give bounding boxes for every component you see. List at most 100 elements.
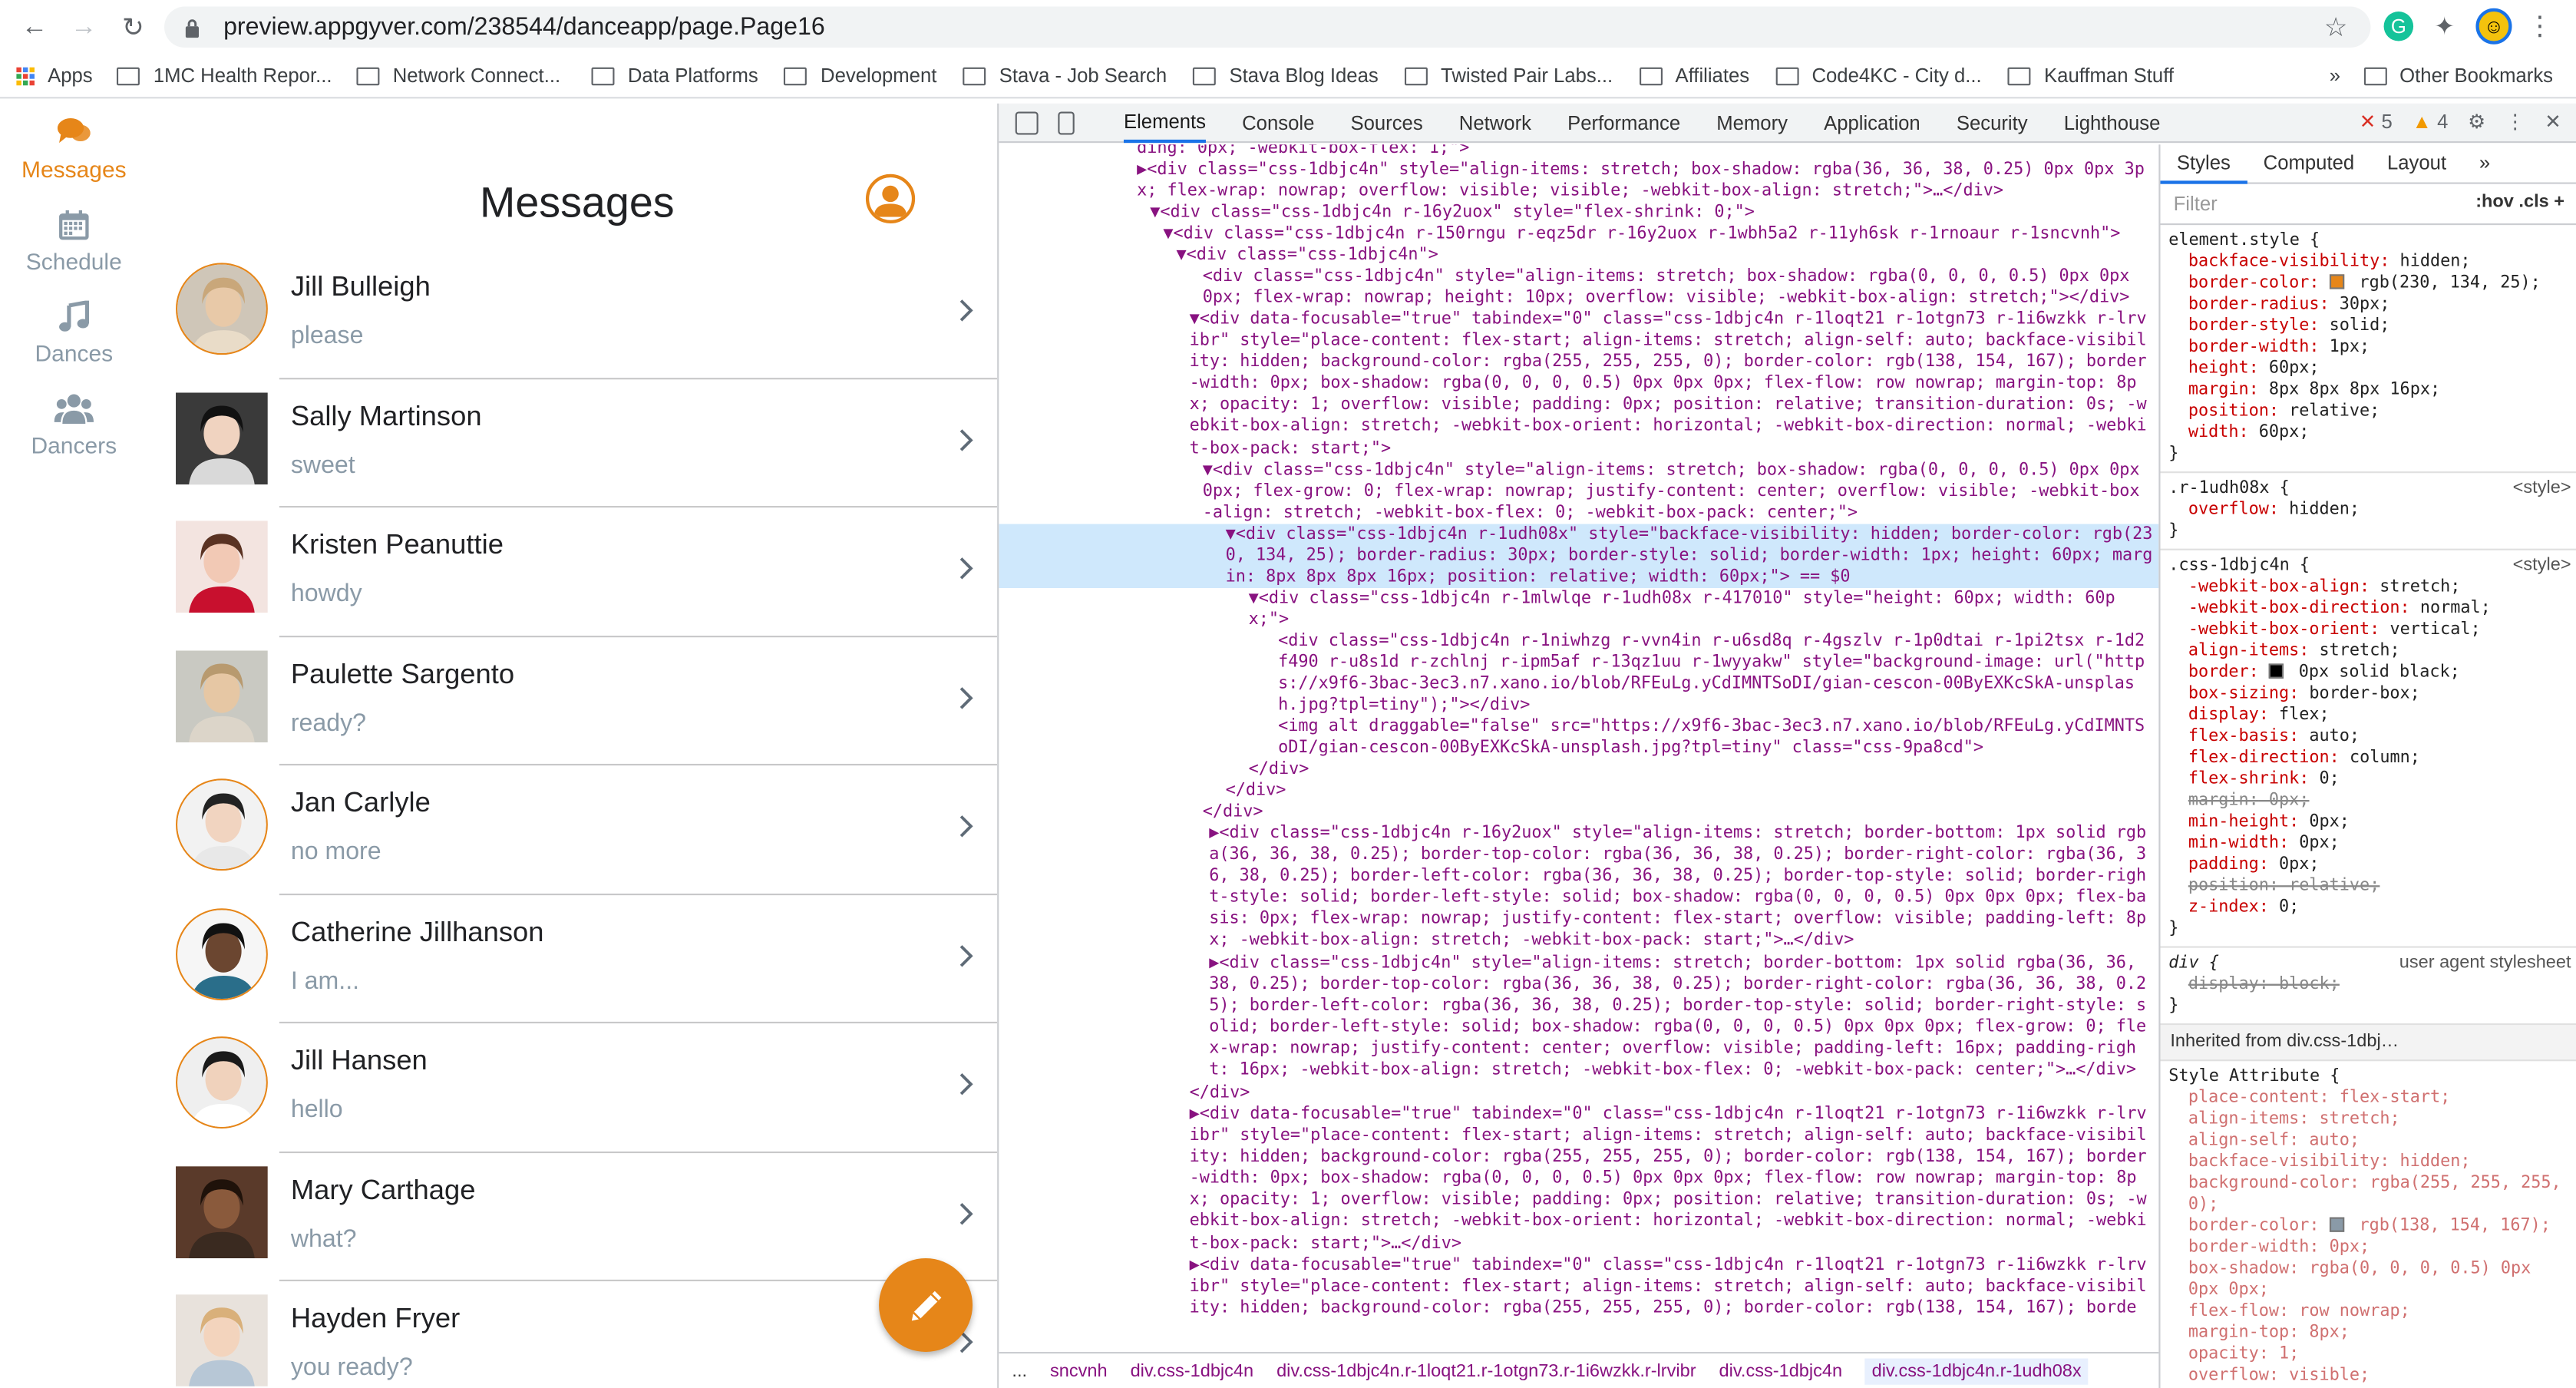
style-property[interactable]: border: 0px solid black;: [2168, 662, 2568, 683]
other-bookmarks[interactable]: Other Bookmarks: [2363, 64, 2553, 87]
tab-security[interactable]: Security: [1957, 111, 2028, 134]
style-rule[interactable]: .css-1dbjc4n {<style> -webkit-box-align: …: [2160, 550, 2576, 948]
style-property[interactable]: box-sizing: border-box;: [2168, 683, 2568, 705]
tab-application[interactable]: Application: [1824, 111, 1920, 134]
warning-count[interactable]: ▲ 4: [2412, 110, 2448, 133]
filter-options[interactable]: :hov .cls +: [2475, 192, 2564, 213]
tab-console[interactable]: Console: [1242, 111, 1314, 134]
tab-elements[interactable]: Elements: [1123, 103, 1207, 143]
dom-node-line[interactable]: </div>: [1226, 780, 2149, 801]
conversation-row[interactable]: Kristen Peanuttie howdy: [151, 507, 998, 637]
dom-node-line[interactable]: ▶<div class="css-1dbjc4n" style="align-i…: [1209, 953, 2148, 1082]
gear-icon[interactable]: ⚙: [2468, 110, 2485, 133]
bookmark-folder[interactable]: Development: [784, 64, 936, 87]
dom-node-line[interactable]: <div class="css-1dbjc4n" style="align-it…: [1203, 266, 2149, 309]
bookmark-folder[interactable]: Network Connect...: [356, 64, 560, 87]
conversation-row[interactable]: Catherine Jillhanson I am...: [151, 894, 998, 1024]
style-property[interactable]: align-self: auto;: [2168, 1130, 2568, 1152]
dom-node-line[interactable]: ding: 0px; -webkit-box-flex: 1;">: [1137, 144, 2148, 159]
tab-sources[interactable]: Sources: [1350, 111, 1422, 134]
compose-button[interactable]: [879, 1258, 973, 1352]
style-property[interactable]: align-items: stretch;: [2168, 1109, 2568, 1130]
style-property[interactable]: display: block;: [2168, 974, 2568, 996]
style-property[interactable]: align-items: stretch;: [2168, 640, 2568, 662]
style-property[interactable]: display: flex;: [2168, 705, 2568, 726]
nav-item-messages[interactable]: Messages: [0, 117, 148, 183]
style-property[interactable]: flex-basis: auto;: [2168, 726, 2568, 748]
bookmark-folder[interactable]: Twisted Pair Labs...: [1404, 64, 1613, 87]
style-rule[interactable]: .r-1udh08x {<style> overflow: hidden;}: [2160, 473, 2576, 550]
tab-computed[interactable]: Computed: [2247, 152, 2370, 174]
conversation-row[interactable]: Jill Hansen hello: [151, 1023, 998, 1152]
address-bar[interactable]: preview.appgyver.com/238544/danceapp/pag…: [164, 6, 2371, 48]
close-icon[interactable]: ✕: [2545, 110, 2561, 133]
dom-node-line[interactable]: ▶<div data-focusable="true" tabindex="0"…: [1190, 1255, 2149, 1320]
more-options-icon[interactable]: ⋮: [2505, 110, 2525, 133]
bookmark-folder[interactable]: Kauffman Stuff: [2007, 64, 2174, 87]
extensions-puzzle-icon[interactable]: ✦: [2430, 12, 2460, 41]
bookmark-folder[interactable]: Stava Blog Ideas: [1193, 64, 1379, 87]
style-property[interactable]: -webkit-box-direction: normal;: [2168, 598, 2568, 620]
style-property[interactable]: flex-flow: row nowrap;: [2168, 1301, 2568, 1323]
style-property[interactable]: backface-visibility: hidden;: [2168, 251, 2568, 273]
tab-lighthouse[interactable]: Lighthouse: [2064, 111, 2161, 134]
style-property[interactable]: position: relative;: [2168, 401, 2568, 422]
dom-node-line[interactable]: ▼<div data-focusable="true" tabindex="0"…: [1190, 309, 2149, 459]
rule-source[interactable]: <style>: [2513, 555, 2571, 577]
style-property[interactable]: margin: 0px;: [2168, 790, 2568, 811]
tab-styles[interactable]: Styles: [2160, 144, 2247, 183]
breadcrumb-item[interactable]: sncvnh: [1050, 1361, 1108, 1381]
conversation-row[interactable]: Mary Carthage what?: [151, 1152, 998, 1281]
profile-avatar-icon[interactable]: ☺: [2475, 8, 2512, 45]
style-property[interactable]: z-index: 0;: [2168, 897, 2568, 918]
filter-input[interactable]: Filter: [2174, 192, 2218, 214]
conversation-row[interactable]: Jill Bulleigh please: [151, 250, 998, 379]
dom-node-line[interactable]: ▶<div class="css-1dbjc4n" style="align-i…: [1137, 160, 2148, 203]
style-property[interactable]: min-height: 0px;: [2168, 811, 2568, 833]
conversation-row[interactable]: Sally Martinson sweet: [151, 378, 998, 508]
conversation-row[interactable]: Paulette Sargento ready?: [151, 636, 998, 766]
tabs-overflow[interactable]: »: [2463, 152, 2507, 174]
bookmark-apps[interactable]: Apps: [16, 64, 93, 87]
dom-node-line[interactable]: <img alt draggable="false" src="https://…: [1278, 716, 2148, 759]
forward-arrow-icon[interactable]: →: [59, 2, 108, 51]
style-property[interactable]: padding: 0px;: [2168, 854, 2568, 876]
breadcrumb-item[interactable]: div.css-1dbjc4n: [1131, 1361, 1254, 1381]
style-property[interactable]: backface-visibility: hidden;: [2168, 1152, 2568, 1173]
styles-filter[interactable]: Filter :hov .cls +: [2160, 184, 2576, 226]
style-property[interactable]: box-shadow: rgba(0, 0, 0, 0.5) 0px 0px 0…: [2168, 1258, 2568, 1301]
inherited-header[interactable]: Inherited from div.css-1dbj…: [2160, 1025, 2576, 1062]
style-rule[interactable]: element.style {backface-visibility: hidd…: [2160, 225, 2576, 474]
style-property[interactable]: position: relative;: [2168, 875, 2568, 897]
breadcrumb-item[interactable]: div.css-1dbjc4n.r-1udh08x: [1865, 1357, 2089, 1384]
nav-item-dancers[interactable]: Dancers: [0, 392, 148, 458]
style-rule[interactable]: div {user agent stylesheet display: block…: [2160, 948, 2576, 1026]
style-property[interactable]: flex-shrink: 0;: [2168, 768, 2568, 790]
dom-node-line[interactable]: ▼<div class="css-1dbjc4n r-16y2uox" styl…: [1150, 202, 2148, 223]
nav-item-dances[interactable]: Dances: [0, 299, 148, 366]
style-property[interactable]: margin: 8px 8px 8px 16px;: [2168, 379, 2568, 401]
style-property[interactable]: border-color: rgb(230, 134, 25);: [2168, 273, 2568, 294]
style-property[interactable]: border-color: rgb(138, 154, 167);: [2168, 1215, 2568, 1237]
style-property[interactable]: border-width: 0px;: [2168, 1237, 2568, 1258]
grammarly-icon[interactable]: G: [2383, 11, 2414, 41]
color-swatch[interactable]: [2329, 1217, 2344, 1232]
dom-node-line[interactable]: ▼<div class="css-1dbjc4n" style="align-i…: [1203, 460, 2149, 524]
style-property[interactable]: -webkit-box-align: stretch;: [2168, 577, 2568, 598]
bookmark-folder[interactable]: Code4KC - City d...: [1775, 64, 1982, 87]
dom-node-line[interactable]: </div>: [1249, 759, 2149, 781]
dom-node-line[interactable]: ▼<div class="css-1dbjc4n r-150rngu r-eqz…: [1163, 223, 2148, 245]
bookmark-folder[interactable]: Affiliates: [1639, 64, 1749, 87]
bookmarks-overflow-button[interactable]: »: [2330, 64, 2340, 87]
error-count[interactable]: ✕ 5: [2360, 110, 2393, 133]
conversation-row[interactable]: Jan Carlyle no more: [151, 765, 998, 895]
profile-avatar-button[interactable]: [865, 174, 916, 223]
color-swatch[interactable]: [2268, 663, 2284, 679]
rule-source[interactable]: user agent stylesheet: [2399, 953, 2571, 974]
bookmark-star-icon[interactable]: ☆: [2324, 12, 2348, 45]
style-property[interactable]: flex-direction: column;: [2168, 748, 2568, 769]
style-property[interactable]: overflow: hidden;: [2168, 499, 2568, 520]
style-property[interactable]: height: 60px;: [2168, 358, 2568, 379]
conversation-row[interactable]: Hayden Fryer you ready?: [151, 1281, 997, 1388]
selected-dom-node[interactable]: ▼<div class="css-1dbjc4n r-1udh08x" styl…: [999, 524, 2159, 589]
